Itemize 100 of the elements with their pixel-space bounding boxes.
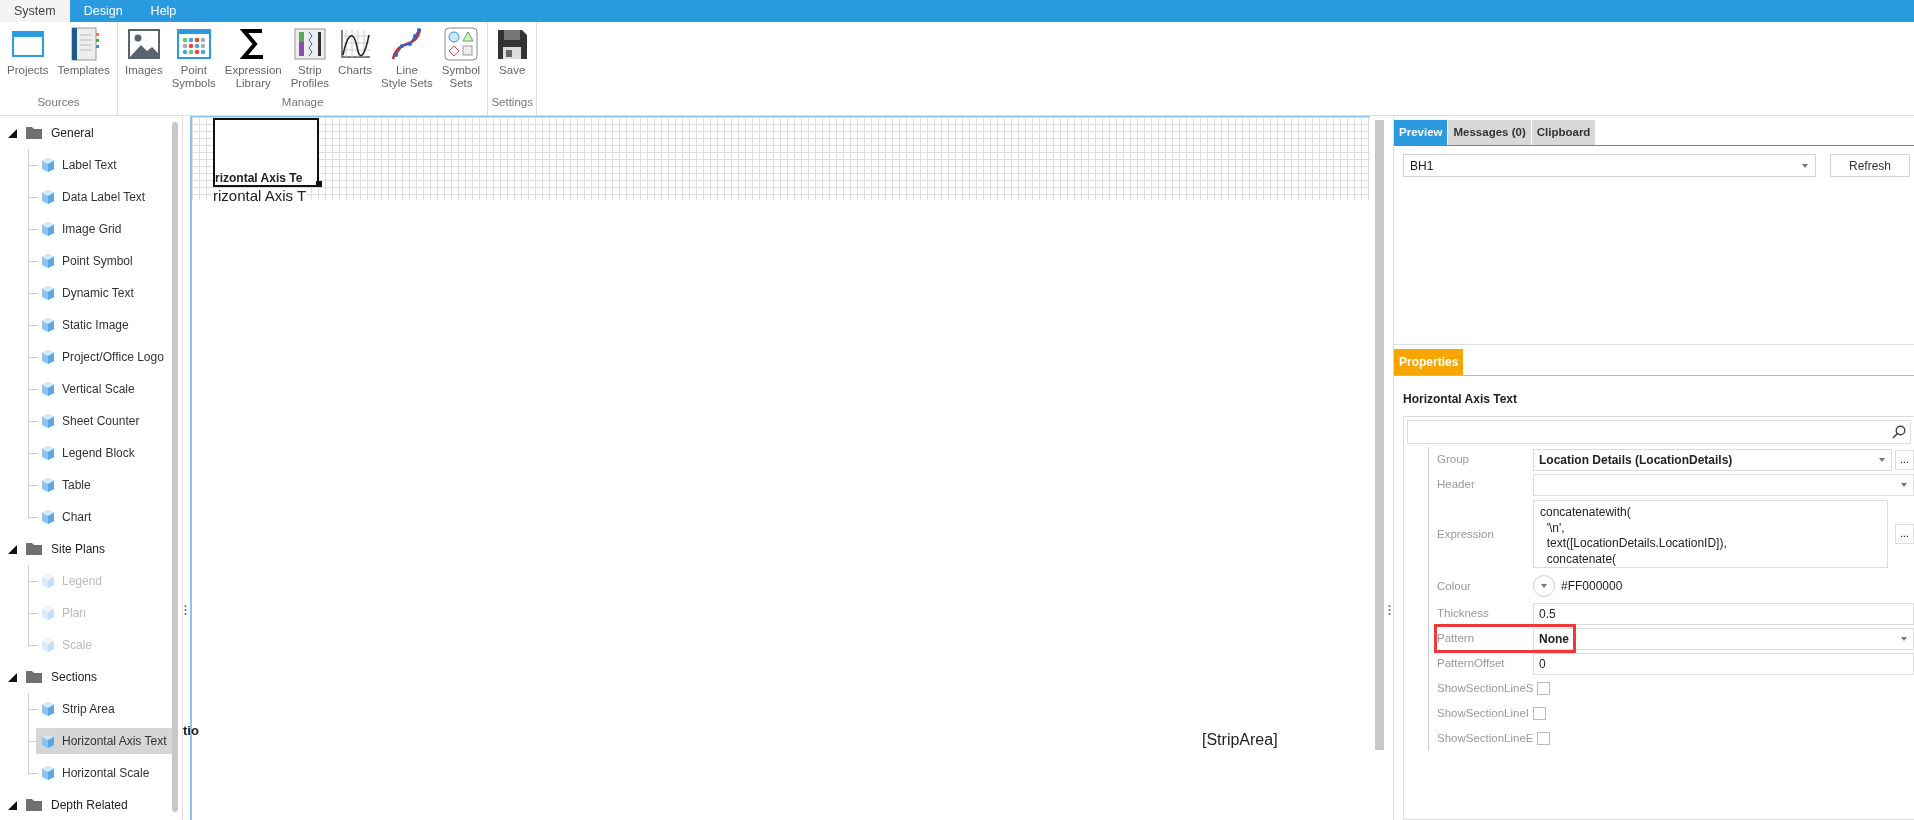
- cube-icon: [40, 189, 56, 205]
- panel-tab[interactable]: Messages (0): [1448, 120, 1531, 146]
- cube-icon: [40, 157, 56, 173]
- properties-title: Horizontal Axis Text: [1402, 391, 1519, 409]
- ribbon-button[interactable]: Projects: [3, 26, 53, 79]
- tree-item[interactable]: Image Grid: [36, 216, 128, 242]
- folder-icon: [25, 542, 43, 556]
- tree-item[interactable]: Static Image: [36, 312, 135, 338]
- tree-item[interactable]: Chart: [36, 504, 98, 530]
- caret-icon: [1878, 455, 1886, 464]
- selected-element-frame[interactable]: rizontal Axis Te: [213, 118, 319, 187]
- group-label: Sources: [36, 94, 81, 110]
- cube-icon: [40, 317, 56, 333]
- browse-button[interactable]: ...: [1895, 449, 1914, 470]
- ribbon-button[interactable]: Save: [491, 26, 534, 79]
- ribbon-button[interactable]: Expression Library: [220, 26, 286, 92]
- cube-icon: [40, 221, 56, 237]
- cube-icon: [40, 349, 56, 365]
- dot-grid-icon: [176, 27, 211, 61]
- property-label: Header: [1437, 477, 1476, 493]
- element-caption: rizontal Axis Te: [215, 171, 303, 185]
- ribbon-button[interactable]: Images: [120, 26, 167, 79]
- vertical-scrollbar[interactable]: [172, 122, 178, 812]
- ribbon-button[interactable]: Symbol Sets: [437, 26, 485, 92]
- vertical-scrollbar[interactable]: [1375, 120, 1384, 750]
- checkbox[interactable]: [1533, 707, 1546, 721]
- splitter-grip-icon[interactable]: [1388, 604, 1391, 616]
- folder-icon: [25, 670, 43, 684]
- tree-folder-label[interactable]: Sections: [51, 668, 98, 686]
- tree-item[interactable]: Project/Office Logo: [36, 344, 170, 370]
- tree-item[interactable]: Sheet Counter: [36, 408, 146, 434]
- cube-icon: [40, 573, 56, 589]
- ribbon-button[interactable]: Strip Profiles: [286, 26, 334, 92]
- ribbon-button[interactable]: Point Symbols: [167, 26, 220, 92]
- expression-field[interactable]: concatenatewith( '\n', text([LocationDetails.LocationID]), concatenate(: [1533, 500, 1888, 569]
- dropdown-field[interactable]: None: [1533, 627, 1914, 650]
- property-label: Group: [1437, 452, 1470, 468]
- group-label: Settings: [491, 94, 534, 110]
- splitter-grip-icon[interactable]: [184, 604, 187, 616]
- strip-columns-icon: [292, 27, 327, 61]
- resize-handle[interactable]: [316, 181, 322, 187]
- property-label: PatternOffset: [1437, 656, 1506, 672]
- search-field[interactable]: [1407, 420, 1911, 445]
- property-label: ShowSectionLineE: [1437, 731, 1535, 747]
- cube-icon: [40, 381, 56, 397]
- tree-item[interactable]: Horizontal Scale: [36, 760, 156, 786]
- tree-item[interactable]: Dynamic Text: [36, 280, 140, 306]
- cube-icon: [40, 509, 56, 525]
- tree-item[interactable]: Data Label Text: [36, 184, 152, 210]
- menu-tab[interactable]: System: [0, 0, 70, 22]
- tree-item[interactable]: Vertical Scale: [36, 376, 141, 402]
- cube-icon: [40, 413, 56, 429]
- colour-value: #FF000000: [1561, 578, 1623, 596]
- tree-item[interactable]: Strip Area: [36, 696, 121, 722]
- checkbox[interactable]: [1536, 682, 1550, 696]
- dropdown-field[interactable]: Location Details (LocationDetails): [1533, 448, 1892, 471]
- search-icon: [1892, 425, 1906, 440]
- tree-item[interactable]: Label Text: [36, 152, 123, 178]
- property-label: Thickness: [1437, 606, 1490, 622]
- ribbon-button[interactable]: Charts: [334, 26, 377, 79]
- input-field[interactable]: 0.5: [1533, 602, 1914, 625]
- ribbon-button[interactable]: Templates: [53, 26, 114, 79]
- line-chart-icon: [338, 27, 373, 61]
- caret-icon: [1801, 161, 1809, 170]
- curve-icon: [389, 27, 424, 61]
- cube-icon: [40, 605, 56, 621]
- ribbon-button[interactable]: Line Style Sets: [377, 26, 437, 92]
- property-label: ShowSectionLineS: [1437, 681, 1535, 697]
- borehole-dropdown[interactable]: BH1: [1403, 154, 1816, 178]
- folder-icon: [25, 798, 43, 812]
- cube-icon: [40, 253, 56, 269]
- image-icon: [126, 27, 161, 61]
- property-label: Pattern: [1437, 631, 1476, 647]
- caret-icon: [1900, 634, 1908, 643]
- property-label: Expression: [1437, 526, 1495, 542]
- folder-icon: [25, 126, 43, 140]
- property-label: Colour: [1437, 578, 1472, 594]
- section-label: tio: [183, 722, 199, 740]
- element-text: rizontal Axis T: [213, 188, 307, 203]
- tree-item[interactable]: Table: [36, 472, 97, 498]
- browse-button[interactable]: ...: [1895, 524, 1914, 545]
- cube-icon: [40, 477, 56, 493]
- strip-area-label: [StripArea]: [1202, 730, 1278, 750]
- tree-folder-label[interactable]: Depth Related: [51, 796, 128, 814]
- cube-icon: [40, 765, 56, 781]
- tree-folder-label[interactable]: Site Plans: [51, 540, 106, 558]
- tree-item[interactable]: Horizontal Axis Text: [36, 728, 173, 754]
- panel-tab[interactable]: Clipboard: [1531, 120, 1596, 146]
- shapes-icon: [444, 27, 478, 61]
- cube-icon: [40, 285, 56, 301]
- tree-item[interactable]: Legend Block: [36, 440, 141, 466]
- input-field[interactable]: 0: [1533, 652, 1914, 675]
- tree-item[interactable]: Point Symbol: [36, 248, 139, 274]
- colour-picker-button[interactable]: [1533, 575, 1555, 598]
- caret-icon: [1900, 480, 1908, 489]
- cube-icon: [40, 445, 56, 461]
- tree-folder-label[interactable]: General: [51, 124, 94, 142]
- checkbox[interactable]: [1536, 732, 1550, 746]
- dropdown-field[interactable]: [1533, 473, 1914, 496]
- refresh-button[interactable]: Refresh: [1830, 154, 1911, 178]
